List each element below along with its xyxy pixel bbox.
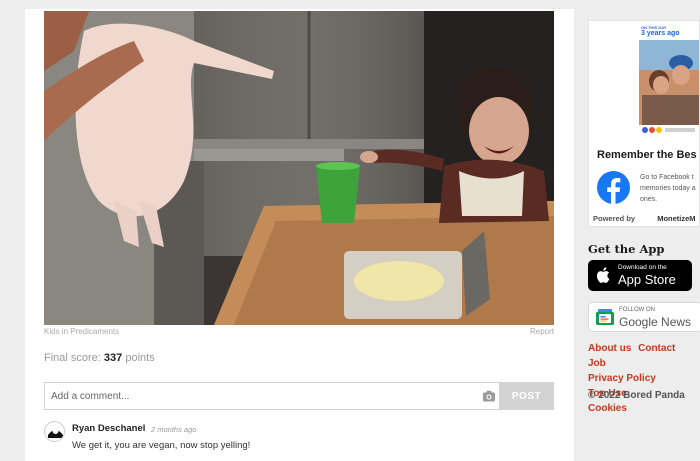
avatar-graphic <box>45 422 64 441</box>
ad-thumbnail: ON THIS DAY 3 years ago <box>637 23 699 137</box>
monetize-brand[interactable]: MonetizeM <box>657 214 695 223</box>
powered-by: Powered by MonetizeM <box>593 214 696 223</box>
comment-author[interactable]: Ryan Deschanel <box>72 423 145 434</box>
link-about-us[interactable]: About us <box>588 343 631 354</box>
apple-icon <box>596 267 610 283</box>
google-news-icon <box>596 309 614 325</box>
comment-text: We get it, you are vegan, now stop yelli… <box>72 440 251 451</box>
ad-body-line: Go to Facebook t <box>640 174 694 181</box>
link-privacy-policy[interactable]: Privacy Policy <box>588 373 656 384</box>
post-image-graphic <box>44 11 554 325</box>
ad-body-text: Go to Facebook t memories today a ones. <box>640 172 699 205</box>
link-cookies[interactable]: Cookies <box>588 403 627 414</box>
avatar[interactable] <box>44 421 65 442</box>
comment-form: POST <box>44 382 554 410</box>
powered-label: Powered by <box>593 214 636 223</box>
post-meta-row: Kids in Predicaments Report <box>44 327 554 339</box>
ad-headline[interactable]: Remember the Bes <box>597 149 697 161</box>
get-app-heading: Get the App <box>588 242 665 256</box>
post-image[interactable] <box>44 11 554 325</box>
footer-links: About us Contact Job Privacy Policy Top … <box>588 341 700 416</box>
comment-input[interactable] <box>51 386 471 406</box>
google-news-badge[interactable]: FOLLOW ON Google News <box>588 302 700 332</box>
comment-time: 2 months ago <box>151 425 197 434</box>
facebook-icon <box>597 171 630 204</box>
comment-item: Ryan Deschanel 2 months ago We get it, y… <box>44 420 554 460</box>
score-unit: points <box>125 352 155 364</box>
sidebar: ON THIS DAY 3 years ago Remember the Bes <box>585 9 700 461</box>
report-link[interactable]: Report <box>530 327 554 336</box>
top-background-strip <box>0 0 700 9</box>
copyright: © 2022 Bored Panda <box>588 390 685 401</box>
ad-body-line: memories today a <box>640 185 696 192</box>
image-credit[interactable]: Kids in Predicaments <box>44 327 119 336</box>
ad-body-line: ones. <box>640 196 658 203</box>
link-contact[interactable]: Contact <box>638 343 675 354</box>
score-label: Final score: <box>44 352 101 364</box>
google-news-small-text: FOLLOW ON <box>619 307 656 313</box>
app-store-label: App Store <box>618 272 676 287</box>
ad-thumb-photo <box>639 40 699 133</box>
final-score: Final score: 337 points <box>44 352 155 364</box>
link-jobs[interactable]: Job <box>588 358 606 369</box>
sponsored-ad-card[interactable]: ON THIS DAY 3 years ago Remember the Bes <box>588 20 700 227</box>
score-value: 337 <box>103 352 123 364</box>
post-comment-button[interactable]: POST <box>499 382 554 410</box>
camera-icon[interactable] <box>482 389 496 403</box>
app-store-small-text: Download on the <box>618 264 667 271</box>
app-store-badge[interactable]: Download on the App Store <box>588 260 692 291</box>
google-news-label: Google News <box>619 315 692 329</box>
